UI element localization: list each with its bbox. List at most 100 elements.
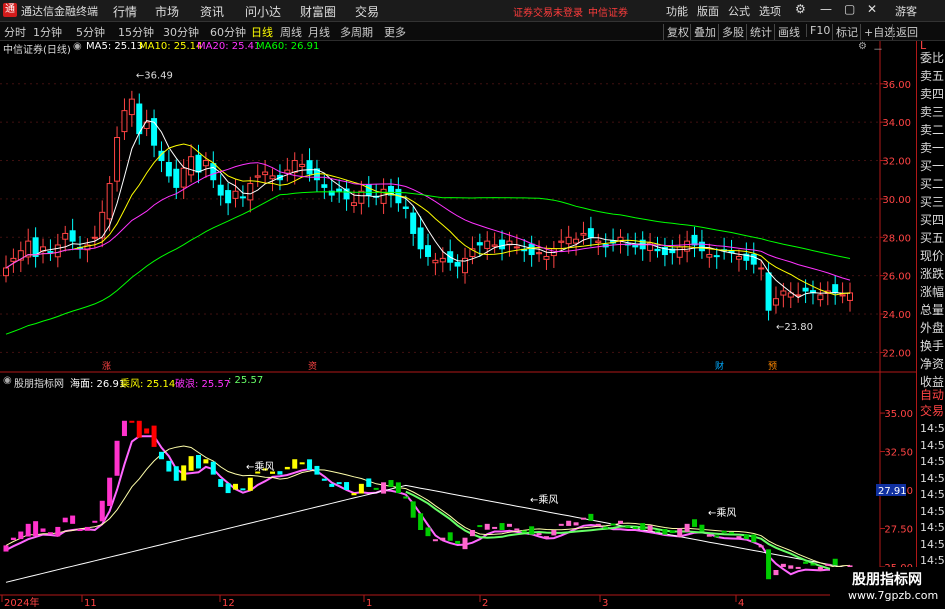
- rp-auto-label-1[interactable]: 交易: [920, 402, 944, 419]
- candle-body: [476, 242, 483, 246]
- rp-label-6: 买一: [920, 159, 945, 173]
- ma60-label: MA60: 26.91: [256, 41, 320, 52]
- sub-candle: [225, 483, 231, 494]
- candle-body: [336, 188, 343, 192]
- event-mark-1: 资: [308, 361, 317, 372]
- main-axis-label-0: 36.00: [882, 80, 911, 91]
- sub-candle: [373, 487, 379, 490]
- sub-candle: [403, 496, 409, 499]
- candle-body: [713, 255, 720, 258]
- rp-time-6: 14:56: [920, 521, 945, 534]
- sub-axis-label-0: 35.00: [884, 409, 913, 420]
- candle-body: [832, 284, 839, 294]
- rp-label-7: 买二: [920, 177, 945, 191]
- rp-time-8: 14:56: [920, 554, 945, 567]
- candle-body: [321, 184, 328, 188]
- candle-body: [3, 267, 9, 277]
- rp-auto-label-0[interactable]: 自动: [920, 386, 944, 403]
- candle-body: [121, 110, 128, 133]
- rp-label-12: 涨跌: [920, 267, 945, 281]
- candle-body: [262, 171, 269, 176]
- candle-body: [217, 184, 224, 196]
- event-mark-0: 涨: [102, 361, 111, 372]
- sub-candle: [129, 420, 135, 423]
- sub-annotation-2: ←乘风: [708, 507, 736, 519]
- sub-candle: [3, 545, 9, 552]
- main-axis-label-4: 28.00: [882, 233, 911, 244]
- sub-candle: [388, 480, 394, 487]
- sub-candle: [284, 466, 290, 470]
- rp-label-3: 卖三: [920, 105, 945, 119]
- candle-body: [817, 294, 824, 301]
- sub-candle: [203, 459, 209, 464]
- sub-candle: [721, 530, 727, 533]
- sub-candle: [136, 420, 142, 438]
- rp-time-3: 14:56: [920, 471, 945, 485]
- sub-candle: [344, 482, 350, 490]
- candle-body: [10, 257, 17, 262]
- candle-body: [432, 259, 439, 264]
- sub-candle: [358, 483, 364, 494]
- sub-candle: [55, 526, 61, 537]
- sub-candle: [655, 530, 661, 533]
- settings-small-icon[interactable]: ⚙: [858, 41, 867, 52]
- sub-collapse-icon[interactable]: ◉: [3, 375, 12, 386]
- candle-body: [543, 255, 550, 260]
- rp-time-5: 14:56: [920, 504, 945, 518]
- candle-body: [128, 98, 135, 116]
- rp-label-2: 卖四: [920, 87, 945, 101]
- sub-candle: [277, 471, 283, 475]
- candle-body: [188, 156, 195, 176]
- sub-candle: [166, 460, 172, 472]
- sub-candle: [307, 459, 313, 470]
- sub-candle: [418, 513, 424, 530]
- sub-candle: [70, 515, 76, 524]
- candle-body: [439, 257, 446, 263]
- candle-body: [847, 292, 853, 301]
- sub-candle: [595, 523, 601, 526]
- sub-candle: [566, 520, 572, 526]
- sub-candle: [447, 532, 453, 541]
- candle-body: [195, 154, 202, 173]
- sub-candle: [410, 501, 416, 518]
- candle-body: [491, 244, 498, 247]
- minus-icon[interactable]: －: [873, 41, 883, 56]
- candle-body: [247, 183, 254, 201]
- sub-candle: [462, 537, 468, 550]
- sub-candle: [144, 428, 150, 434]
- main-axis-label-7: 22.00: [882, 348, 911, 359]
- x-axis-label-4: 2: [482, 598, 488, 609]
- candle-body: [269, 175, 276, 180]
- sub-candle: [99, 500, 105, 522]
- candle-body: [698, 241, 705, 252]
- candle-body: [595, 240, 602, 244]
- candle-body: [735, 255, 742, 260]
- sub-candle: [181, 465, 187, 481]
- sub-candle: [573, 522, 579, 526]
- sub-candle: [351, 493, 357, 496]
- rp-label-10: 买五: [920, 231, 945, 245]
- watermark-url: www.7gpzb.com: [848, 589, 939, 602]
- sub-candle: [247, 477, 253, 491]
- kline-chart[interactable]: 36.00 34.00 32.00 30.00 28.00 26.00 24.00 22.00…: [0, 0, 945, 609]
- sub-candle: [314, 465, 320, 475]
- sub-candle: [603, 526, 609, 529]
- collapse-icon[interactable]: ◉: [73, 41, 82, 52]
- sub-candle: [677, 528, 683, 537]
- rp-time-2: 14:56: [920, 455, 945, 468]
- sub-candle: [699, 524, 705, 532]
- rp-time-0: 14:56: [920, 422, 945, 435]
- sub-candle: [432, 539, 438, 542]
- rp-label-4: 卖二: [920, 123, 945, 137]
- rp-label-13: 涨幅: [920, 285, 945, 299]
- sub-candle: [610, 523, 616, 526]
- sub-candle: [10, 537, 16, 541]
- sub-candle: [188, 456, 194, 471]
- sub-candle: [381, 482, 387, 494]
- x-axis-label-3: 1: [366, 598, 372, 609]
- candle-body: [54, 244, 61, 258]
- sub-annotation-0: ←乘风: [246, 461, 274, 473]
- event-mark-2: 财: [715, 360, 724, 372]
- candle-body: [232, 190, 239, 199]
- sub-candle: [151, 425, 157, 447]
